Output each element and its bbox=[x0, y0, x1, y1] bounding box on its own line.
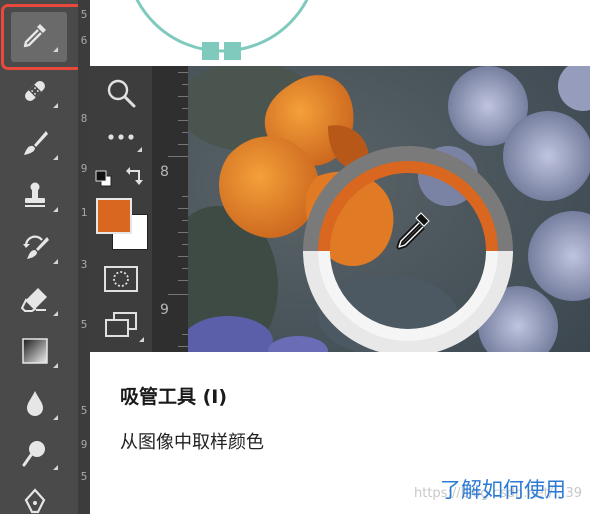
more-icon bbox=[108, 134, 134, 140]
screen-mode-icon bbox=[105, 312, 137, 337]
blur-drop-icon bbox=[27, 391, 43, 416]
healing-brush-tool[interactable] bbox=[10, 70, 60, 112]
foreground-color-swatch[interactable] bbox=[96, 198, 132, 234]
preview-image bbox=[188, 66, 590, 356]
zoom-icon bbox=[107, 79, 136, 108]
history-brush-tool[interactable] bbox=[10, 226, 60, 268]
ruler-label: 5 bbox=[80, 318, 88, 331]
ruler-label: 6 bbox=[80, 34, 88, 47]
brush-icon bbox=[24, 131, 48, 155]
eraser-icon bbox=[20, 288, 47, 312]
gradient-tool[interactable] bbox=[10, 330, 60, 372]
tool-tooltip: 吸管工具 (I) 从图像中取样颜色 https://blog.csdn.net/… bbox=[90, 352, 590, 514]
screen-mode-button[interactable] bbox=[102, 310, 144, 342]
healing-brush-icon bbox=[25, 81, 45, 101]
swap-colors-icon bbox=[126, 167, 143, 185]
ruler-label: 5 bbox=[80, 8, 88, 21]
tooltip-description: 从图像中取样颜色 bbox=[120, 432, 264, 453]
ruler-label: 8 bbox=[80, 112, 88, 125]
ruler-label: 5 bbox=[80, 404, 88, 417]
tools-panel bbox=[0, 0, 78, 514]
pen-icon bbox=[24, 488, 46, 514]
ruler-label: 3 bbox=[80, 258, 88, 271]
teal-circle-decoration bbox=[135, 0, 309, 60]
ruler-label: 9 bbox=[160, 302, 169, 318]
default-colors-icon bbox=[95, 170, 112, 187]
edit-toolbar-button[interactable] bbox=[104, 124, 142, 152]
eraser-tool[interactable] bbox=[10, 278, 60, 320]
pen-tool[interactable] bbox=[10, 480, 60, 522]
ruler-label: 8 bbox=[160, 164, 169, 180]
vertical-ruler: 5 6 8 9 1 3 5 5 9 5 bbox=[78, 0, 90, 514]
tooltip-title: 吸管工具 (I) bbox=[120, 386, 228, 408]
history-brush-icon bbox=[23, 235, 49, 259]
ruler-label: 1 bbox=[80, 206, 88, 219]
dodge-tool[interactable] bbox=[10, 432, 60, 474]
eyedropper-highlight-box bbox=[1, 4, 89, 70]
clone-stamp-tool[interactable] bbox=[10, 174, 60, 216]
blur-tool[interactable] bbox=[10, 382, 60, 424]
quick-mask-icon bbox=[104, 266, 138, 292]
swap-colors-button[interactable] bbox=[124, 166, 146, 188]
learn-how-link[interactable]: 了解如何使用 bbox=[440, 474, 566, 504]
dodge-icon bbox=[22, 441, 45, 467]
default-colors-button[interactable] bbox=[95, 170, 113, 188]
brush-tool[interactable] bbox=[10, 122, 60, 164]
clone-stamp-icon bbox=[25, 182, 45, 207]
ruler-label: 9 bbox=[80, 438, 88, 451]
quick-mask-button[interactable] bbox=[102, 264, 140, 294]
ruler-label: 5 bbox=[80, 470, 88, 483]
ruler-label: 9 bbox=[80, 162, 88, 175]
zoom-tool[interactable] bbox=[104, 76, 138, 110]
gradient-icon bbox=[22, 338, 48, 364]
